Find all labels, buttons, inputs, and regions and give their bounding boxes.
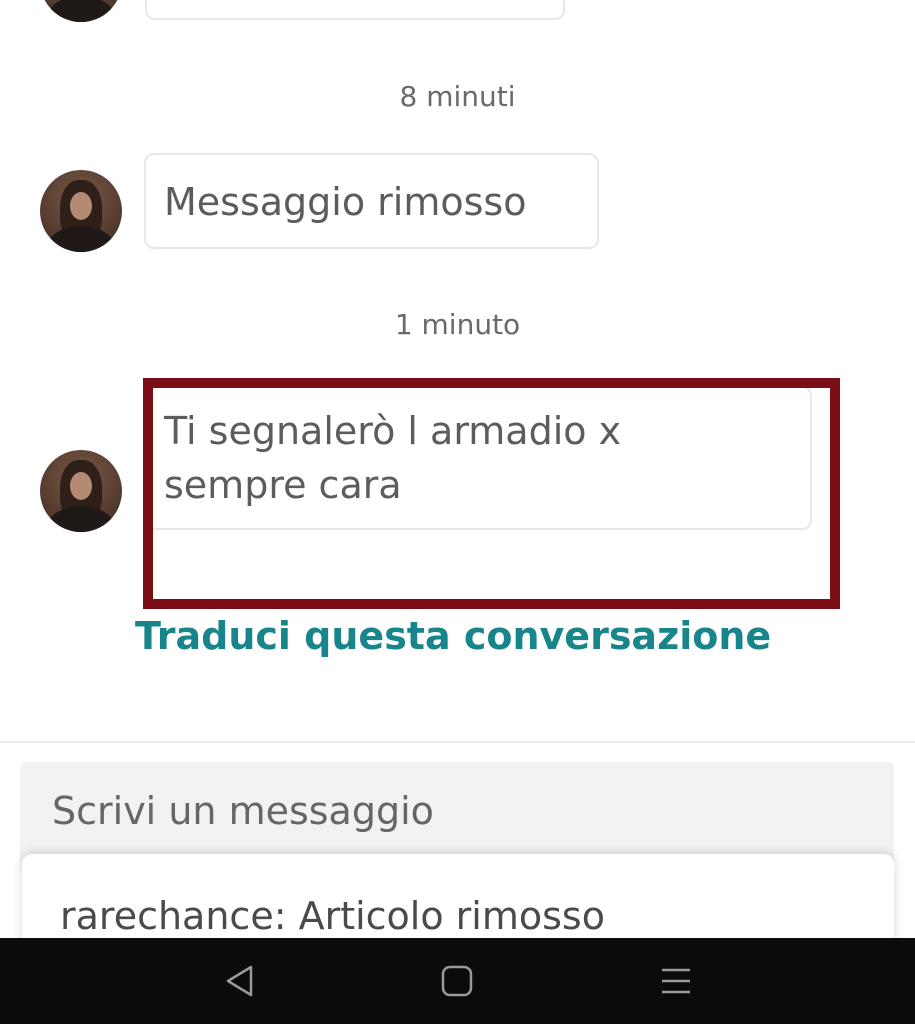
message-timestamp: 8 minuti xyxy=(399,80,516,113)
system-navigation-bar xyxy=(0,938,915,1024)
message-bubble-partial xyxy=(145,0,565,20)
translate-conversation-link[interactable]: Traduci questa conversazione xyxy=(135,614,771,658)
back-triangle-icon xyxy=(226,965,253,997)
avatar-shoulders xyxy=(48,506,114,532)
menu-lines-icon xyxy=(662,968,690,994)
highlight-box xyxy=(143,378,840,609)
home-square-icon xyxy=(441,965,473,997)
avatar[interactable] xyxy=(40,450,122,532)
avatar[interactable] xyxy=(40,170,122,252)
avatar-shoulders xyxy=(48,0,114,22)
avatar[interactable] xyxy=(40,0,122,22)
divider xyxy=(0,741,915,743)
suggestion-text: rarechance: Articolo rimosso xyxy=(60,894,605,938)
message-text: Messaggio rimosso xyxy=(164,180,527,224)
message-timestamp: 1 minuto xyxy=(394,308,521,341)
home-button[interactable] xyxy=(432,956,482,1006)
message-input[interactable] xyxy=(50,782,854,840)
back-button[interactable] xyxy=(214,956,264,1006)
avatar-face xyxy=(70,192,92,220)
avatar-face xyxy=(70,472,92,500)
menu-button[interactable] xyxy=(651,956,701,1006)
message-bubble: Messaggio rimosso xyxy=(144,153,599,249)
avatar-shoulders xyxy=(48,226,114,252)
